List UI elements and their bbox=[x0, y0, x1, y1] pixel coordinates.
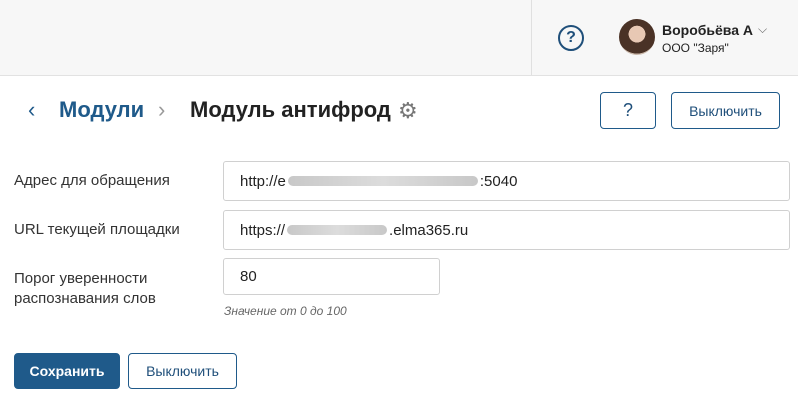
back-chevron-icon[interactable]: ‹ bbox=[28, 97, 35, 123]
address-value-prefix: http://e bbox=[240, 172, 286, 190]
url-label: URL текущей площадки bbox=[14, 221, 180, 238]
redacted-text bbox=[287, 176, 478, 186]
page-title: Модуль антифрод bbox=[190, 97, 391, 122]
redacted-text bbox=[287, 225, 388, 235]
url-field[interactable]: https:// .elma365.ru bbox=[223, 210, 790, 250]
url-value-prefix: https:// bbox=[240, 221, 286, 239]
threshold-label: Порог уверенности распознавания слов bbox=[14, 270, 156, 307]
save-button[interactable]: Сохранить bbox=[14, 353, 120, 389]
breadcrumb-modules-link[interactable]: Модули bbox=[59, 97, 144, 123]
help-button[interactable]: ? bbox=[600, 92, 656, 129]
breadcrumb-separator-icon: › bbox=[158, 97, 166, 122]
disable-button-top[interactable]: Выключить bbox=[671, 92, 780, 129]
user-name[interactable]: Воробьёва А bbox=[662, 22, 753, 38]
top-bar: ? Воробьёва А ООО "Заря" ⌵ bbox=[0, 0, 798, 76]
url-value-suffix: .elma365.ru bbox=[389, 221, 469, 239]
disable-button-bottom[interactable]: Выключить bbox=[128, 353, 237, 389]
topbar-divider bbox=[531, 0, 532, 75]
address-value-suffix: :5040 bbox=[479, 172, 518, 190]
threshold-value: 80 bbox=[240, 268, 257, 285]
user-org: ООО "Заря" bbox=[662, 41, 729, 55]
avatar[interactable] bbox=[619, 19, 655, 55]
chevron-down-icon[interactable]: ⌵ bbox=[758, 22, 767, 37]
threshold-hint: Значение от 0 до 100 bbox=[224, 304, 347, 318]
address-field[interactable]: http://e :5040 bbox=[223, 161, 790, 201]
gear-icon[interactable]: ⚙ bbox=[398, 98, 418, 124]
help-circle-icon[interactable]: ? bbox=[558, 25, 584, 51]
question-icon: ? bbox=[622, 100, 633, 120]
address-label: Адрес для обращения bbox=[14, 172, 170, 189]
threshold-field[interactable]: 80 bbox=[223, 258, 440, 295]
